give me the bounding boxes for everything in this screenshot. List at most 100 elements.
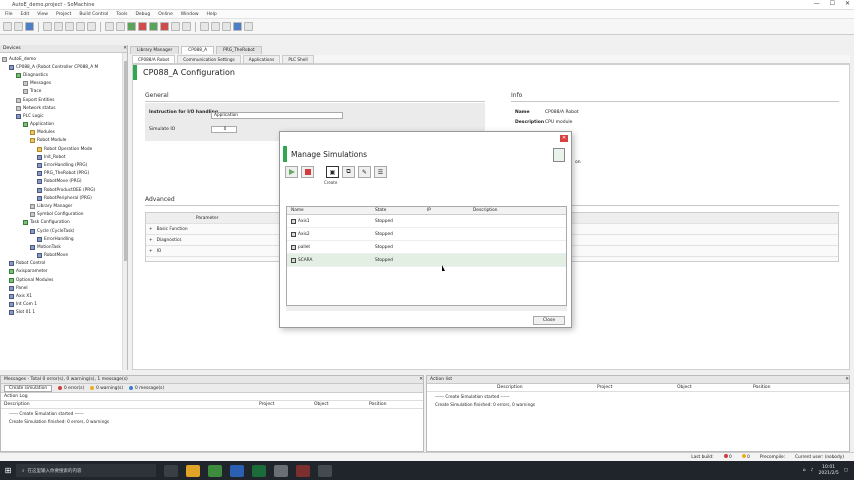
col-project[interactable]: Project (597, 385, 677, 390)
tree-item[interactable]: Task Configuration (2, 219, 127, 227)
expand-icon[interactable]: + (149, 249, 153, 254)
tree-item[interactable]: Optional Modules (2, 276, 127, 284)
tree-item[interactable]: PRG_TheRobot (PRG) (2, 170, 127, 178)
warnings-filter[interactable]: 0 warning(s) (90, 386, 123, 391)
tree-item[interactable]: Trace (2, 88, 127, 96)
tree-item[interactable]: MotionTask (2, 243, 127, 251)
copy-icon[interactable] (76, 22, 85, 31)
tree-item[interactable]: RobotProductOEE (PRG) (2, 186, 127, 194)
col-project[interactable]: Project (259, 402, 314, 407)
login-icon[interactable] (127, 22, 136, 31)
tree-item[interactable]: RobotMove (PRG) (2, 178, 127, 186)
minimize-button[interactable]: — (814, 0, 820, 7)
windows-start-icon[interactable]: ⊞ (0, 461, 16, 480)
list-item[interactable]: Create Simulation finished: 0 errors, 0 … (1, 417, 423, 425)
tree-item[interactable]: Modules (2, 129, 127, 137)
col-description[interactable]: Description (4, 402, 259, 407)
menu-view[interactable]: View (37, 12, 48, 17)
dialog-close-icon[interactable]: ✕ (560, 135, 568, 142)
list-item[interactable]: ------ Create Simulation started ------ (1, 409, 423, 417)
tree-item[interactable]: Axis X1 (2, 292, 127, 300)
panel-close-icon[interactable]: ✕ (845, 377, 849, 382)
tree-item[interactable]: Axisparameter (2, 268, 127, 276)
breakpoint-icon[interactable] (200, 22, 209, 31)
open-file-icon[interactable] (14, 22, 23, 31)
cut-icon[interactable] (65, 22, 74, 31)
panel-close-icon[interactable]: ✕ (123, 46, 127, 51)
tree-item[interactable]: Diagnostics (2, 71, 127, 79)
task-view-icon[interactable] (164, 464, 178, 477)
menu-build[interactable]: Build Control (79, 12, 108, 17)
maximize-button[interactable]: ☐ (830, 0, 835, 7)
tree-item[interactable]: Symbol Configuration (2, 211, 127, 219)
file-explorer-icon[interactable] (186, 464, 200, 477)
table-row[interactable]: Axis1 Stopped (287, 215, 566, 228)
step-into-icon[interactable] (222, 22, 231, 31)
list-item[interactable]: ------ Create Simulation started ------ (427, 392, 849, 400)
menu-project[interactable]: Project (56, 12, 71, 17)
subtab-robot[interactable]: CP088/A Robot (132, 54, 176, 64)
col-position[interactable]: Position (753, 385, 771, 390)
create-simulation-icon[interactable]: ▣ (326, 166, 339, 178)
tree-item[interactable]: Init_Robot (2, 153, 127, 161)
col-object[interactable]: Object (677, 385, 753, 390)
find-icon[interactable] (105, 22, 114, 31)
col-object[interactable]: Object (314, 402, 369, 407)
table-row[interactable]: pallet Stopped (287, 241, 566, 254)
scrollbar-thumb[interactable] (124, 61, 127, 261)
copy-simulation-icon[interactable]: ⧉ (342, 166, 355, 178)
paste-icon[interactable] (87, 22, 96, 31)
new-file-icon[interactable] (3, 22, 12, 31)
menu-debug[interactable]: Debug (135, 12, 150, 17)
recorder-icon[interactable] (296, 464, 310, 477)
stop-icon[interactable] (160, 22, 169, 31)
tree-item[interactable]: ErrorHandling (PRG) (2, 161, 127, 169)
clock[interactable]: 10:01 2021/2/5 (819, 465, 839, 477)
settings-icon[interactable] (244, 22, 253, 31)
tree-item[interactable]: Slot 01 1 (2, 309, 127, 317)
word-icon[interactable] (230, 464, 244, 477)
col-position[interactable]: Position (369, 402, 387, 407)
dialog-scrollbar[interactable] (286, 306, 567, 311)
app-icon[interactable] (274, 464, 288, 477)
redo-icon[interactable] (54, 22, 63, 31)
network-icon[interactable]: ⌂ (803, 468, 806, 473)
tree-item[interactable]: Cycle (CycleTask) (2, 227, 127, 235)
tab-prg-therobot[interactable]: PRG_TheRobot (216, 46, 262, 54)
menu-edit[interactable]: Edit (21, 12, 30, 17)
simulate-field[interactable]: 0 (211, 126, 237, 133)
expand-icon[interactable]: + (149, 238, 153, 243)
tree-item[interactable]: Robot Operation Mode (2, 145, 127, 153)
excel-icon[interactable] (252, 464, 266, 477)
tree-item[interactable]: ErrorHandling (2, 235, 127, 243)
delete-simulation-icon[interactable]: ☰ (374, 166, 387, 178)
tree-item[interactable]: Panel (2, 284, 127, 292)
simulation-icon[interactable] (233, 22, 242, 31)
menu-tools[interactable]: Tools (116, 12, 127, 17)
undo-icon[interactable] (43, 22, 52, 31)
instr-combo[interactable]: Application (211, 112, 343, 119)
menu-window[interactable]: Window (181, 12, 199, 17)
build-icon[interactable] (116, 22, 125, 31)
tree-item[interactable]: RobotMove (2, 252, 127, 260)
tab-library-manager[interactable]: Library Manager (130, 46, 180, 54)
subtab-applications[interactable]: Applications (242, 54, 281, 64)
expand-icon[interactable]: + (149, 227, 153, 232)
step-over-icon[interactable] (211, 22, 220, 31)
tree-item[interactable]: Library Manager (2, 202, 127, 210)
tree-item[interactable]: Application (2, 121, 127, 129)
reset-icon[interactable] (171, 22, 180, 31)
close-button[interactable]: Close (533, 316, 565, 325)
tree-item[interactable]: CP088_A (Robot Controller CP088_A M (2, 63, 127, 71)
volume-icon[interactable]: ♪ (811, 468, 814, 473)
menu-online[interactable]: Online (158, 12, 173, 17)
col-description[interactable]: Description (473, 208, 566, 213)
tab-cp088[interactable]: CP088_A (181, 46, 215, 54)
errors-filter[interactable]: 0 error(s) (58, 386, 84, 391)
step-icon[interactable] (182, 22, 191, 31)
subtab-communication[interactable]: Communication Settings (177, 54, 241, 64)
logout-icon[interactable] (138, 22, 147, 31)
start-icon[interactable] (149, 22, 158, 31)
col-ip[interactable]: IP (427, 208, 473, 213)
col-name[interactable]: Name (287, 208, 375, 213)
